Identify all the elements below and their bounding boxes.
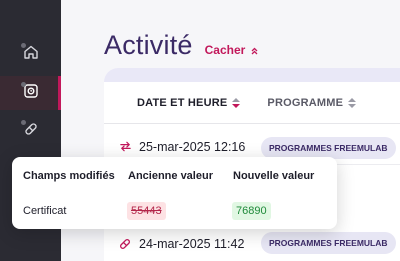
pill-icon [117,237,133,251]
new-value: 76890 [232,202,271,220]
column-header-program-label: PROGRAMME [267,96,344,109]
header-new-value: Nouvelle valeur [233,170,315,182]
sort-icon [348,97,357,108]
sidebar-item-medication[interactable] [0,114,61,148]
notification-dot [21,82,26,87]
hide-link-label: Cacher [204,43,246,57]
old-value: 55443 [127,202,166,220]
program-badge: PROGRAMMES FREEMULAB [261,232,396,254]
row-date: 25-mar-2025 12:16 [139,139,246,154]
swap-icon [117,140,133,153]
sidebar-item-activity[interactable] [0,76,61,110]
sort-desc-icon [232,97,241,108]
notification-dot [21,120,26,125]
program-badge: PROGRAMMES FREEMULAB [261,137,396,159]
hide-link[interactable]: Cacher [205,43,258,57]
sidebar-item-home[interactable] [0,37,61,71]
title-row: Activité Cacher [104,30,258,61]
header-changed-fields: Champs modifiés [23,170,115,182]
notification-dot [21,43,26,48]
changed-field-name: Certificat [23,205,67,217]
page-title: Activité [104,30,193,60]
table-header: DATE ET HEURE PROGRAMME [104,82,400,124]
row-date: 24-mar-2025 11:42 [139,236,245,251]
header-old-value: Ancienne valeur [128,170,213,182]
table-card-top [104,68,400,82]
change-details-popover: Champs modifiés Ancienne valeur Nouvelle… [12,157,337,229]
table-row[interactable]: 24-mar-2025 11:42 PROGRAMMES FREEMULAB [104,226,400,261]
column-header-date-label: DATE ET HEURE [137,96,228,109]
column-header-date[interactable]: DATE ET HEURE [137,96,241,109]
double-chevron-up-icon [251,47,258,55]
column-header-program[interactable]: PROGRAMME [267,96,357,109]
